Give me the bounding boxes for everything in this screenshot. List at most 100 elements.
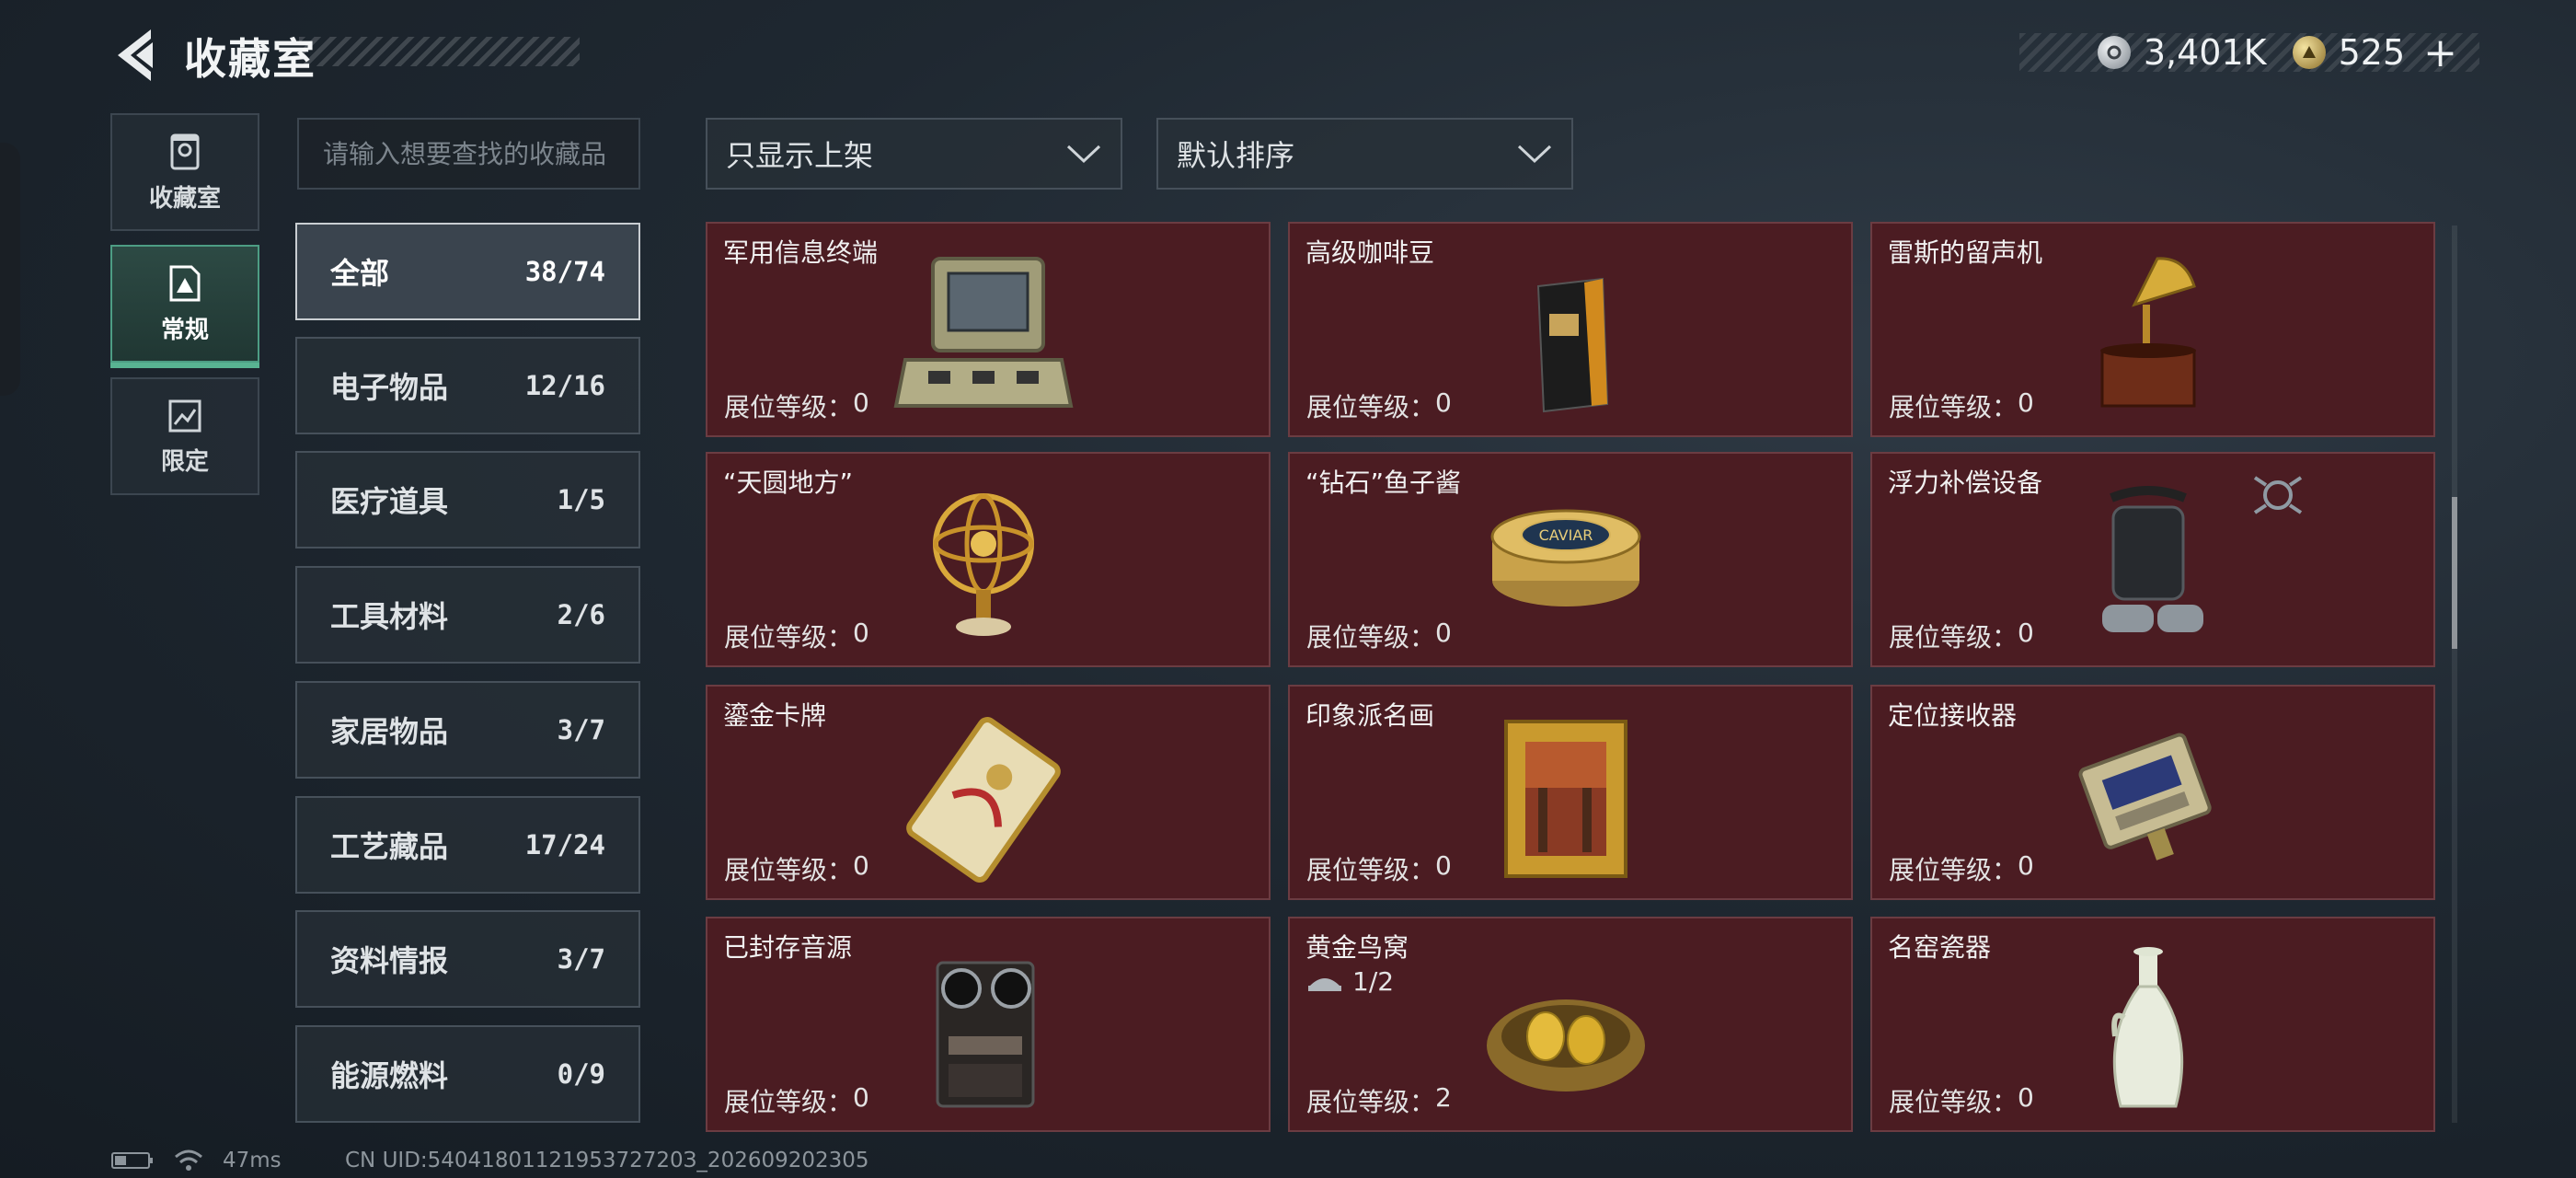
collectible-card[interactable]: 定位接收器 展位等级： 0 [1870,685,2435,900]
collectible-card[interactable]: “天圆地方” 展位等级： 0 [706,452,1271,667]
sort-dropdown[interactable]: 默认排序 [1156,118,1573,190]
nav-regular-label: 常规 [160,316,209,344]
category-medical[interactable]: 医疗道具 1/5 [295,451,640,549]
item-name: 已封存音源 [723,932,853,963]
wifi-icon [175,1149,202,1171]
nav-limited-label: 限定 [160,447,209,476]
category-tools[interactable]: 工具材料 2/6 [295,566,640,664]
chevron-down-icon [1517,144,1552,164]
booth-level-value: 2 [1435,1082,1452,1113]
scrollbar-thumb[interactable] [2452,497,2457,649]
caviar-tin-icon: CAVIAR [1490,509,1641,606]
gold-coin-icon [2292,36,2326,69]
collectible-card[interactable]: 黄金鸟窝 1/2 展位等级： 2 [1288,917,1853,1132]
collectible-card[interactable]: “钻石”鱼子酱 CAVIAR 展位等级： 0 [1288,452,1853,667]
booth-level-label: 展位等级： [724,392,854,422]
title-decoration [299,37,580,66]
item-name: 高级咖啡豆 [1305,237,1435,268]
booth-level: 展位等级： 2 [1306,1082,1452,1119]
booth-level-label: 展位等级： [724,622,854,653]
nav-regular[interactable]: 常规 [110,245,259,368]
item-progress: 1/2 [1306,966,1394,997]
booth-level-value: 0 [853,618,869,648]
nav-limited[interactable]: 限定 [110,377,259,495]
sort-label: 默认排序 [1177,138,1295,173]
gramophone-icon [2100,257,2196,408]
item-name: 雷斯的留声机 [1888,237,2043,268]
collectible-card[interactable]: 鎏金卡牌 展位等级： 0 [706,685,1271,900]
currency-bar: 3,401K 525 + [2019,29,2479,76]
category-label: 能源燃料 [330,1058,449,1093]
booth-level-label: 展位等级： [1306,855,1436,885]
chevron-down-icon [1066,144,1101,164]
military-terminal-icon [893,257,1074,408]
regular-icon [169,265,201,301]
silver-coin-icon [2097,36,2131,69]
booth-level-label: 展位等级： [1889,392,2018,422]
booth-level-label: 展位等级： [1889,622,2018,653]
category-count: 3/7 [557,714,605,745]
booth-level-label: 展位等级： [724,1087,854,1117]
booth-level-label: 展位等级： [1306,1087,1436,1117]
category-count: 0/9 [557,1058,605,1090]
booth-level-value: 0 [1435,618,1452,648]
item-name: 印象派名画 [1305,700,1435,731]
add-currency-button[interactable]: + [2423,29,2457,76]
booth-level: 展位等级： 0 [1306,850,1452,887]
display-filter-dropdown[interactable]: 只显示上架 [706,118,1122,190]
nav-collection-room[interactable]: 收藏室 [110,113,259,231]
item-name: 名窑瓷器 [1888,932,1992,963]
user-uid: CN UID:5404180112195372720З_202609202305 [345,1149,869,1172]
item-name: “天圆地方” [723,468,854,498]
category-label: 资料情报 [330,943,449,978]
booth-level-label: 展位等级： [724,855,854,885]
caviar-tin-label: CAVIAR [1539,526,1593,544]
booth-level: 展位等级： 0 [1889,850,2034,887]
booth-level: 展位等级： 0 [724,850,869,887]
category-label: 电子物品 [330,370,449,405]
buoyancy-device-icon [2102,486,2203,632]
category-intel[interactable]: 资料情报 3/7 [295,910,640,1008]
collectible-card[interactable]: 印象派名画 展位等级： 0 [1288,685,1853,900]
porcelain-vase-icon [2111,947,2184,1108]
item-name: 黄金鸟窝 [1305,932,1409,963]
collectible-card[interactable]: 名窑瓷器 展位等级： 0 [1870,917,2435,1132]
booth-level-value: 0 [853,850,869,881]
page-title: 收藏室 [184,34,316,84]
category-electronics[interactable]: 电子物品 12/16 [295,337,640,434]
category-energy[interactable]: 能源燃料 0/9 [295,1025,640,1123]
collectible-card[interactable]: 军用信息终端 展位等级： 0 [706,222,1271,437]
booth-level-label: 展位等级： [1889,1087,2018,1117]
booth-level: 展位等级： 0 [724,1082,869,1119]
locator-receiver-icon [2078,733,2212,860]
category-label: 家居物品 [330,714,449,749]
category-crafts[interactable]: 工艺藏品 17/24 [295,796,640,894]
booth-level-value: 0 [1435,387,1452,418]
item-progress-value: 1/2 [1352,966,1395,997]
booth-level: 展位等级： 0 [1306,387,1452,424]
collectible-card[interactable]: 高级咖啡豆 展位等级： 0 [1288,222,1853,437]
booth-level-label: 展位等级： [1306,622,1436,653]
item-name: 军用信息终端 [723,237,879,268]
item-name: 浮力补偿设备 [1888,468,2043,498]
booth-level: 展位等级： 0 [1889,387,2034,424]
category-all[interactable]: 全部 38/74 [295,223,640,320]
shelf-icon [1308,977,1341,991]
category-count: 38/74 [524,256,605,287]
booth-level-value: 0 [1435,850,1452,881]
status-bar: 47ms [110,1149,282,1172]
booth-level-value: 0 [2018,850,2034,881]
back-button[interactable] [109,26,160,85]
golden-nest-icon [1487,999,1645,1091]
gilded-card-icon [906,717,1061,883]
search-input[interactable] [297,118,640,190]
category-count: 1/5 [557,484,605,515]
collectible-card[interactable]: 雷斯的留声机 展位等级： 0 [1870,222,2435,437]
collectible-card[interactable]: 已封存音源 展位等级： 0 [706,917,1271,1132]
category-count: 17/24 [524,829,605,860]
item-name: “钻石”鱼子酱 [1305,468,1462,498]
category-household[interactable]: 家居物品 3/7 [295,681,640,779]
target-icon [2253,476,2303,514]
booth-level-label: 展位等级： [1306,392,1436,422]
collectible-card[interactable]: 浮力补偿设备 展位等级： 0 [1870,452,2435,667]
